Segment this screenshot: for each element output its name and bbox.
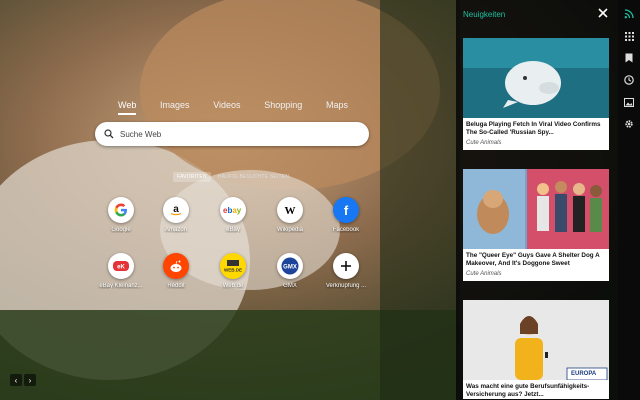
tile-reddit[interactable]: Reddit (147, 253, 205, 289)
background-nav: ‹ › (10, 374, 36, 386)
tile-label: eBay Kleinanz... (99, 283, 143, 289)
svg-text:WEB.DE: WEB.DE (224, 268, 242, 273)
svg-text:ebay: ebay (223, 206, 242, 215)
facebook-icon: f (333, 197, 359, 223)
next-background-button[interactable]: › (24, 374, 36, 386)
webde-icon: WEB.DE (220, 253, 246, 279)
news-panel-title: Neuigkeiten (463, 10, 506, 19)
google-icon (108, 197, 134, 223)
search-icon (104, 129, 114, 139)
tile-webde[interactable]: WEB.DE Web.de (204, 253, 262, 289)
tile-ebay[interactable]: ebay eBay (204, 197, 262, 233)
tile-label: Google (111, 227, 131, 233)
news-card[interactable]: The "Queer Eye" Guys Gave A Shelter Dog … (463, 169, 609, 281)
news-card[interactable]: EUROPA Was macht eine gute Berufsunfähig… (463, 300, 609, 399)
image-icon[interactable] (623, 96, 635, 108)
history-icon[interactable] (623, 74, 635, 86)
tile-label: Facebook (332, 227, 360, 233)
news-image (463, 169, 609, 249)
tile-label: Wikipedia (276, 227, 303, 233)
news-title: Was macht eine gute Berufsunfähigkeits-V… (466, 383, 590, 398)
tile-google[interactable]: Google (92, 197, 150, 233)
tab-videos[interactable]: Videos (213, 100, 240, 115)
reddit-icon (163, 253, 189, 279)
rss-icon[interactable] (623, 8, 635, 20)
tab-web[interactable]: Web (118, 100, 137, 115)
tile-label: Verknüpfung ... (325, 283, 367, 289)
tile-label: eBay (226, 227, 240, 233)
tab-maps[interactable]: Maps (326, 100, 348, 115)
tile-label: Web.de (222, 283, 244, 289)
tile-amazon[interactable]: a Amazon (147, 197, 205, 233)
prev-background-button[interactable]: ‹ (10, 374, 22, 386)
tile-gmx[interactable]: GMX GMX (261, 253, 319, 289)
news-card[interactable]: Beluga Playing Fetch In Viral Video Conf… (463, 38, 609, 150)
search-input[interactable] (118, 128, 352, 140)
close-icon[interactable] (596, 6, 610, 20)
tile-label: GMX (283, 283, 297, 289)
news-panel: Neuigkeiten Beluga Playing Fetch In Vira… (456, 0, 618, 400)
bookmark-icon[interactable] (623, 52, 635, 64)
news-image (463, 38, 609, 118)
search-bar[interactable] (95, 122, 369, 146)
svg-text:W: W (285, 205, 296, 216)
news-source: Cute Animals (466, 271, 502, 277)
svg-text:GMX: GMX (283, 265, 297, 271)
tab-favorites[interactable]: FAVORITEN (173, 172, 211, 182)
news-image-caption: EUROPA (571, 371, 597, 377)
tile-label: Reddit (167, 283, 185, 289)
svg-text:f: f (344, 203, 349, 217)
ebay-kleinanzeigen-icon: eK (108, 253, 134, 279)
news-source: Cute Animals (466, 140, 502, 146)
svg-text:eK: eK (117, 265, 125, 271)
tile-facebook[interactable]: f Facebook (317, 197, 375, 233)
amazon-icon: a (163, 197, 189, 223)
tab-most-visited[interactable]: HÄUFIG BESUCHTE SEITEN (214, 172, 293, 182)
tile-wikipedia[interactable]: W Wikipedia (261, 197, 319, 233)
svg-text:a: a (173, 204, 179, 215)
gear-icon[interactable] (623, 118, 635, 130)
quicklink-tabs: FAVORITEN HÄUFIG BESUCHTE SEITEN (173, 172, 293, 182)
plus-icon (333, 253, 359, 279)
search-category-tabs: Web Images Videos Shopping Maps (118, 100, 348, 115)
tab-shopping[interactable]: Shopping (264, 100, 302, 115)
ebay-icon: ebay (220, 197, 246, 223)
gmx-icon: GMX (277, 253, 303, 279)
wikipedia-icon: W (277, 197, 303, 223)
apps-grid-icon[interactable] (623, 30, 635, 42)
tile-label: Amazon (164, 227, 187, 233)
tab-images[interactable]: Images (160, 100, 190, 115)
news-title: The "Queer Eye" Guys Gave A Shelter Dog … (466, 252, 600, 267)
tile-add-shortcut[interactable]: Verknüpfung ... (317, 253, 375, 289)
news-title: Beluga Playing Fetch In Viral Video Conf… (466, 121, 601, 136)
right-toolbar (618, 0, 640, 400)
tile-ebay-kleinanzeigen[interactable]: eK eBay Kleinanz... (92, 253, 150, 289)
news-image: EUROPA (463, 300, 609, 380)
